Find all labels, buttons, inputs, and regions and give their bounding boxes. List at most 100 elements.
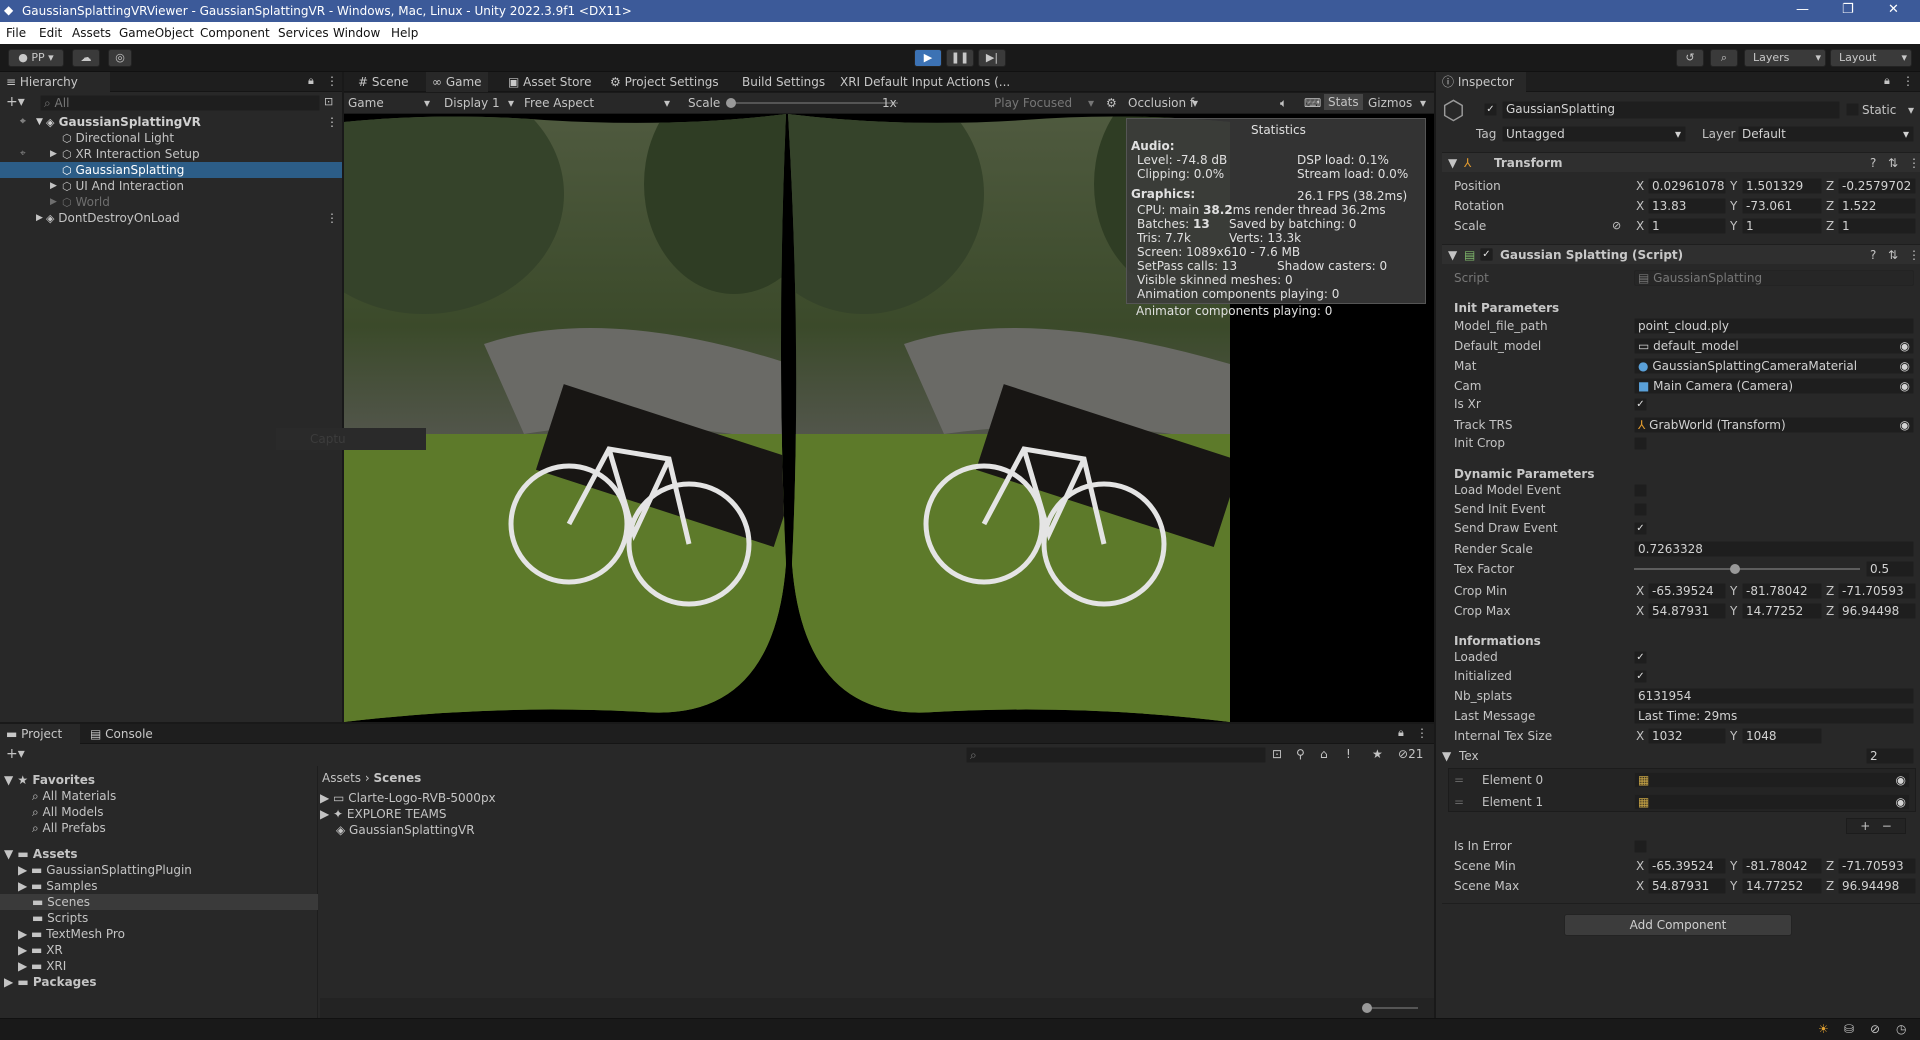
aspect-dropdown[interactable]: Free Aspect ▾: [524, 95, 674, 111]
tab-hierarchy[interactable]: ≡ Hierarchy: [0, 72, 110, 92]
internal-tex-y-field[interactable]: 1048: [1742, 728, 1822, 744]
zoom-slider-track[interactable]: [1366, 1007, 1418, 1009]
menu-window[interactable]: Window: [333, 26, 380, 40]
favorite-item[interactable]: ⌕ All Materials: [32, 788, 116, 804]
add-icon[interactable]: +▾: [6, 94, 25, 110]
tab-game[interactable]: ∞ Game: [426, 72, 488, 92]
tex-foldout[interactable]: ▼ Tex: [1442, 748, 1479, 764]
object-picker-icon[interactable]: ◉: [1900, 339, 1910, 353]
expand-arrow-icon[interactable]: ▶: [36, 210, 43, 226]
tab-asset-store[interactable]: ▣ Asset Store: [502, 72, 598, 92]
cloud-icon[interactable]: ☁: [72, 49, 100, 67]
crop-max-z-field[interactable]: 96.94498: [1838, 603, 1916, 619]
mute-audio-icon[interactable]: 🔈︎: [1280, 95, 1287, 111]
collab-icon[interactable]: ◎: [108, 49, 132, 67]
tab-project[interactable]: ▬ Project: [0, 724, 80, 744]
component-menu-icon[interactable]: ⋮: [1908, 247, 1920, 263]
search-icon[interactable]: ⌕: [1710, 49, 1738, 67]
menu-help[interactable]: Help: [391, 26, 418, 40]
tab-console[interactable]: ▤ Console: [84, 724, 159, 744]
tex-factor-field[interactable]: 0.5: [1866, 561, 1914, 577]
collapse-arrow-icon[interactable]: ▼: [1448, 155, 1457, 171]
active-checkbox[interactable]: ✓: [1484, 103, 1497, 116]
expand-arrow-icon[interactable]: ▶: [50, 146, 57, 162]
nb-splats-field[interactable]: 6131954: [1634, 688, 1914, 704]
menu-component[interactable]: Component: [200, 26, 270, 40]
favorite-item[interactable]: ⌕ All Models: [32, 804, 104, 820]
gizmos-dropdown[interactable]: Gizmos ▾: [1368, 95, 1430, 111]
stats-button[interactable]: Stats: [1324, 94, 1363, 110]
hidden-count[interactable]: ⊘21: [1398, 747, 1423, 761]
model-file-path-field[interactable]: point_cloud.ply: [1634, 318, 1914, 334]
folder-item-selected[interactable]: ▬ Scenes: [0, 894, 318, 910]
send-draw-event-checkbox[interactable]: ✓: [1634, 522, 1647, 535]
crop-max-x-field[interactable]: 54.87931: [1648, 603, 1726, 619]
display-dropdown[interactable]: Display 1 ▾: [444, 95, 520, 111]
file-item[interactable]: ▶ ✦ EXPLORE TEAMS: [320, 806, 447, 822]
position-y-field[interactable]: 1.501329: [1742, 178, 1822, 194]
drag-handle-icon[interactable]: =: [1454, 794, 1464, 810]
collapse-arrow-icon[interactable]: ▼: [1448, 247, 1457, 263]
last-message-field[interactable]: Last Time: 29ms: [1634, 708, 1914, 724]
filter-label-icon[interactable]: ⚲: [1296, 747, 1305, 761]
scene-max-x-field[interactable]: 54.87931: [1648, 878, 1726, 894]
element-0-field[interactable]: ▦ ◉: [1634, 772, 1910, 788]
static-dropdown-icon[interactable]: ▾: [1908, 102, 1914, 118]
filter-type-icon[interactable]: ⊡: [1272, 747, 1282, 761]
favorites-header[interactable]: ▼ ★ Favorites: [4, 772, 95, 788]
is-in-error-checkbox[interactable]: [1634, 840, 1647, 853]
default-model-field[interactable]: ▭ default_model ◉: [1634, 338, 1914, 354]
load-model-event-checkbox[interactable]: [1634, 484, 1647, 497]
object-picker-icon[interactable]: ◉: [1896, 795, 1906, 809]
folder-item[interactable]: ▶ ▬ TextMesh Pro: [18, 926, 125, 942]
crop-max-y-field[interactable]: 14.77252: [1742, 603, 1822, 619]
search-options-icon[interactable]: ⊡: [324, 95, 333, 108]
more-icon[interactable]: ⋮: [1416, 726, 1428, 740]
static-checkbox[interactable]: [1846, 103, 1859, 116]
hierarchy-item-ui-interaction[interactable]: ▶ ⬡ UI And Interaction: [0, 178, 342, 194]
object-picker-icon[interactable]: ◉: [1896, 773, 1906, 787]
init-crop-checkbox[interactable]: [1634, 437, 1647, 450]
hierarchy-item-world[interactable]: ▶ ⬡ World: [0, 194, 342, 210]
tab-inspector[interactable]: ⓘ Inspector: [1436, 72, 1526, 92]
internal-tex-x-field[interactable]: 1032: [1648, 728, 1726, 744]
render-scale-field[interactable]: 0.7263328: [1634, 541, 1914, 557]
menu-gameobject[interactable]: GameObject: [119, 26, 194, 40]
close-icon[interactable]: ✕: [1888, 2, 1899, 17]
track-trs-field[interactable]: ⅄ GrabWorld (Transform) ◉: [1634, 417, 1914, 433]
drag-handle-icon[interactable]: =: [1454, 772, 1464, 788]
tab-scene[interactable]: # Scene: [352, 72, 414, 92]
expand-arrow-icon[interactable]: ▼: [36, 114, 43, 130]
play-button[interactable]: ▶: [914, 49, 942, 67]
cam-field[interactable]: ■ Main Camera (Camera) ◉: [1634, 378, 1914, 394]
scene-min-z-field[interactable]: -71.70593: [1838, 858, 1916, 874]
expand-arrow-icon[interactable]: ▶: [50, 194, 57, 210]
scale-z-field[interactable]: 1: [1838, 218, 1916, 234]
file-item[interactable]: ▶ ▭ Clarte-Logo-RVB-5000px: [320, 790, 496, 806]
more-icon[interactable]: ⋮: [326, 74, 338, 88]
constrain-scale-icon[interactable]: ⊘: [1612, 218, 1621, 234]
rotation-y-field[interactable]: -73.061: [1742, 198, 1822, 214]
mat-field[interactable]: ● GaussianSplattingCameraMaterial ◉: [1634, 358, 1914, 374]
visibility-icon[interactable]: ⌖: [20, 114, 26, 130]
component-menu-icon[interactable]: ⋮: [1908, 155, 1920, 171]
object-picker-icon[interactable]: ◉: [1900, 379, 1910, 393]
crop-min-x-field[interactable]: -65.39524: [1648, 583, 1726, 599]
keyboard-icon[interactable]: ⌨: [1304, 95, 1321, 111]
preset-icon[interactable]: ⇅: [1888, 247, 1898, 263]
object-picker-icon[interactable]: ◉: [1900, 359, 1910, 373]
list-remove-icon[interactable]: −: [1882, 819, 1892, 833]
occlusion-dropdown[interactable]: Occlusion f ▾: [1128, 95, 1218, 111]
scene-max-y-field[interactable]: 14.77252: [1742, 878, 1822, 894]
layout-dropdown[interactable]: Layout ▾: [1830, 49, 1912, 67]
hierarchy-item-directional-light[interactable]: ⬡ Directional Light: [0, 130, 342, 146]
loaded-checkbox[interactable]: ✓: [1634, 651, 1647, 664]
minimize-icon[interactable]: —: [1796, 2, 1809, 17]
tab-xri-actions[interactable]: XRI Default Input Actions (...: [834, 72, 1016, 92]
folder-item[interactable]: ▶ ▬ GaussianSplattingPlugin: [18, 862, 192, 878]
list-add-icon[interactable]: +: [1860, 819, 1870, 833]
hierarchy-item-gaussiansplatting[interactable]: ⬡ GaussianSplatting: [0, 162, 342, 178]
tag-dropdown[interactable]: Untagged ▾: [1502, 126, 1686, 142]
send-init-event-checkbox[interactable]: [1634, 503, 1647, 516]
cache-icon[interactable]: ⛁: [1844, 1022, 1854, 1036]
